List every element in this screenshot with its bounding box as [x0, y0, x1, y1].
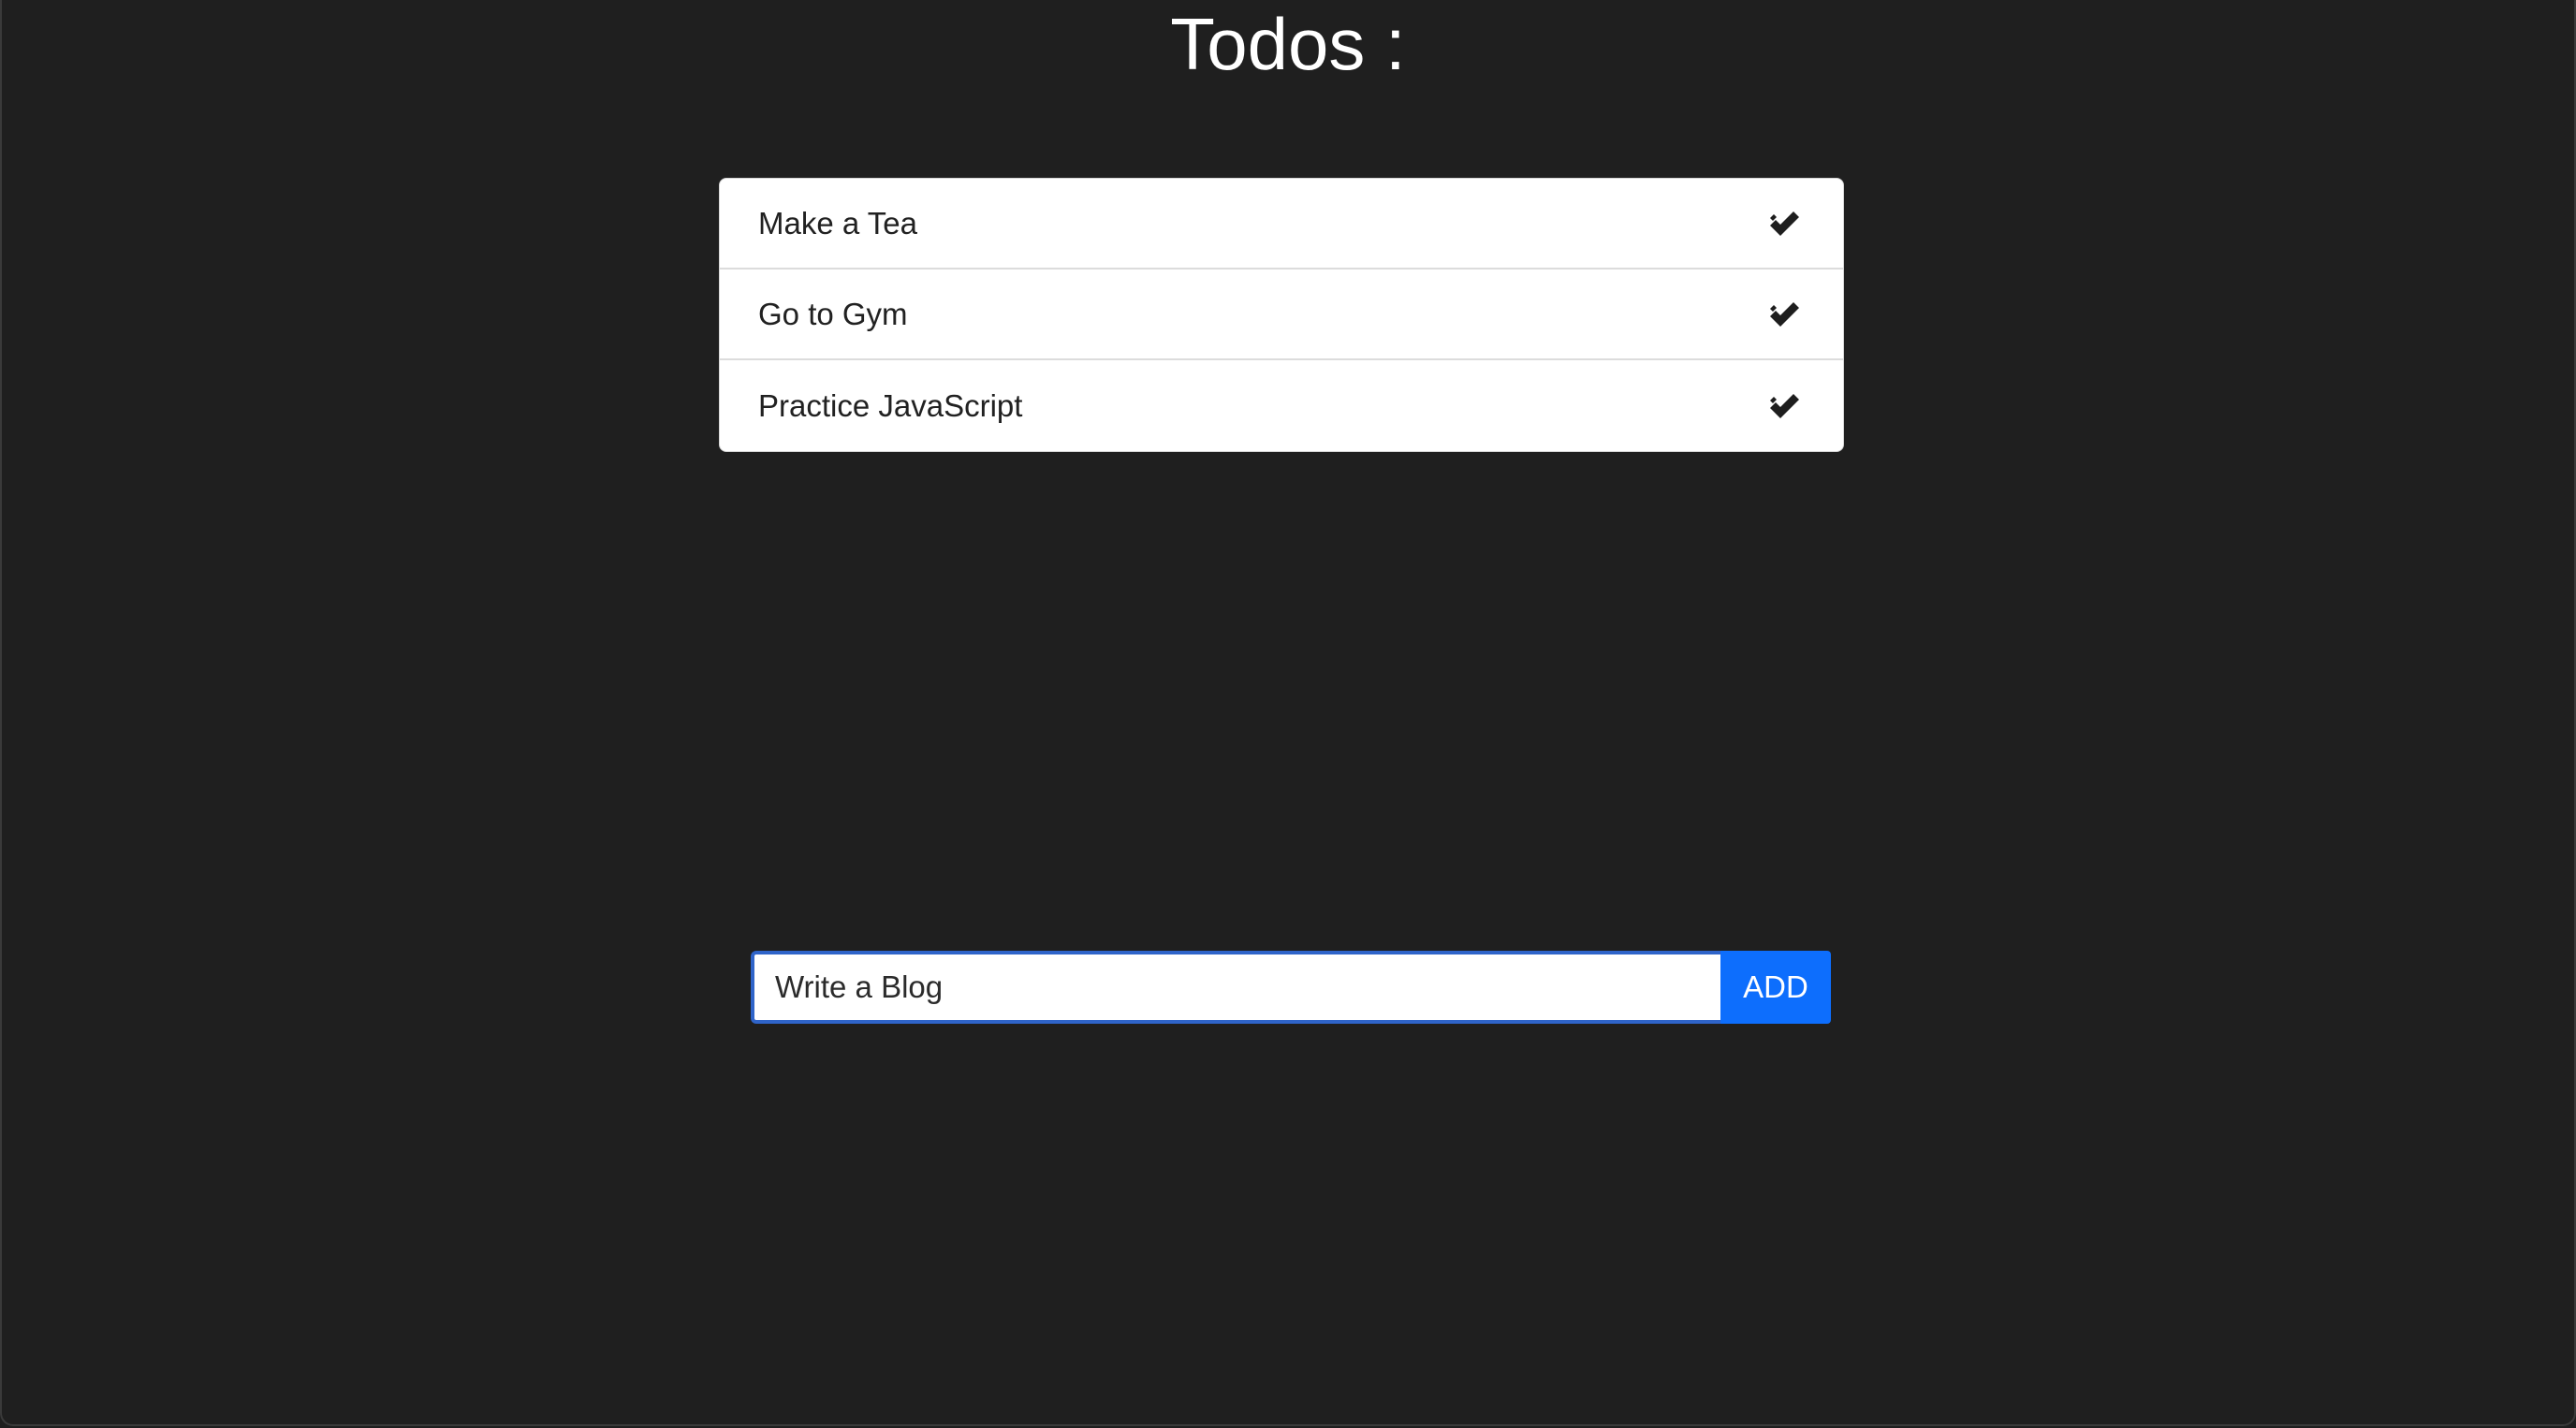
- todo-item: Practice JavaScript: [720, 360, 1843, 451]
- page-title: Todos :: [1170, 3, 1406, 85]
- todo-item-text: Practice JavaScript: [758, 387, 1023, 423]
- todo-item: Go to Gym: [720, 270, 1843, 360]
- app-window: Todos : Make a Tea Go to Gym Practice Ja…: [0, 0, 2576, 1426]
- double-check-icon[interactable]: [1764, 203, 1806, 244]
- add-button[interactable]: ADD: [1720, 951, 1831, 1024]
- todo-item-text: Make a Tea: [758, 205, 917, 240]
- todo-item: Make a Tea: [720, 179, 1843, 270]
- add-todo-form: ADD: [751, 951, 1831, 1024]
- todo-input[interactable]: [751, 951, 1720, 1024]
- double-check-icon[interactable]: [1764, 386, 1806, 427]
- double-check-icon[interactable]: [1764, 294, 1806, 335]
- todo-list: Make a Tea Go to Gym Practice JavaScript: [719, 178, 1844, 452]
- todo-item-text: Go to Gym: [758, 296, 908, 331]
